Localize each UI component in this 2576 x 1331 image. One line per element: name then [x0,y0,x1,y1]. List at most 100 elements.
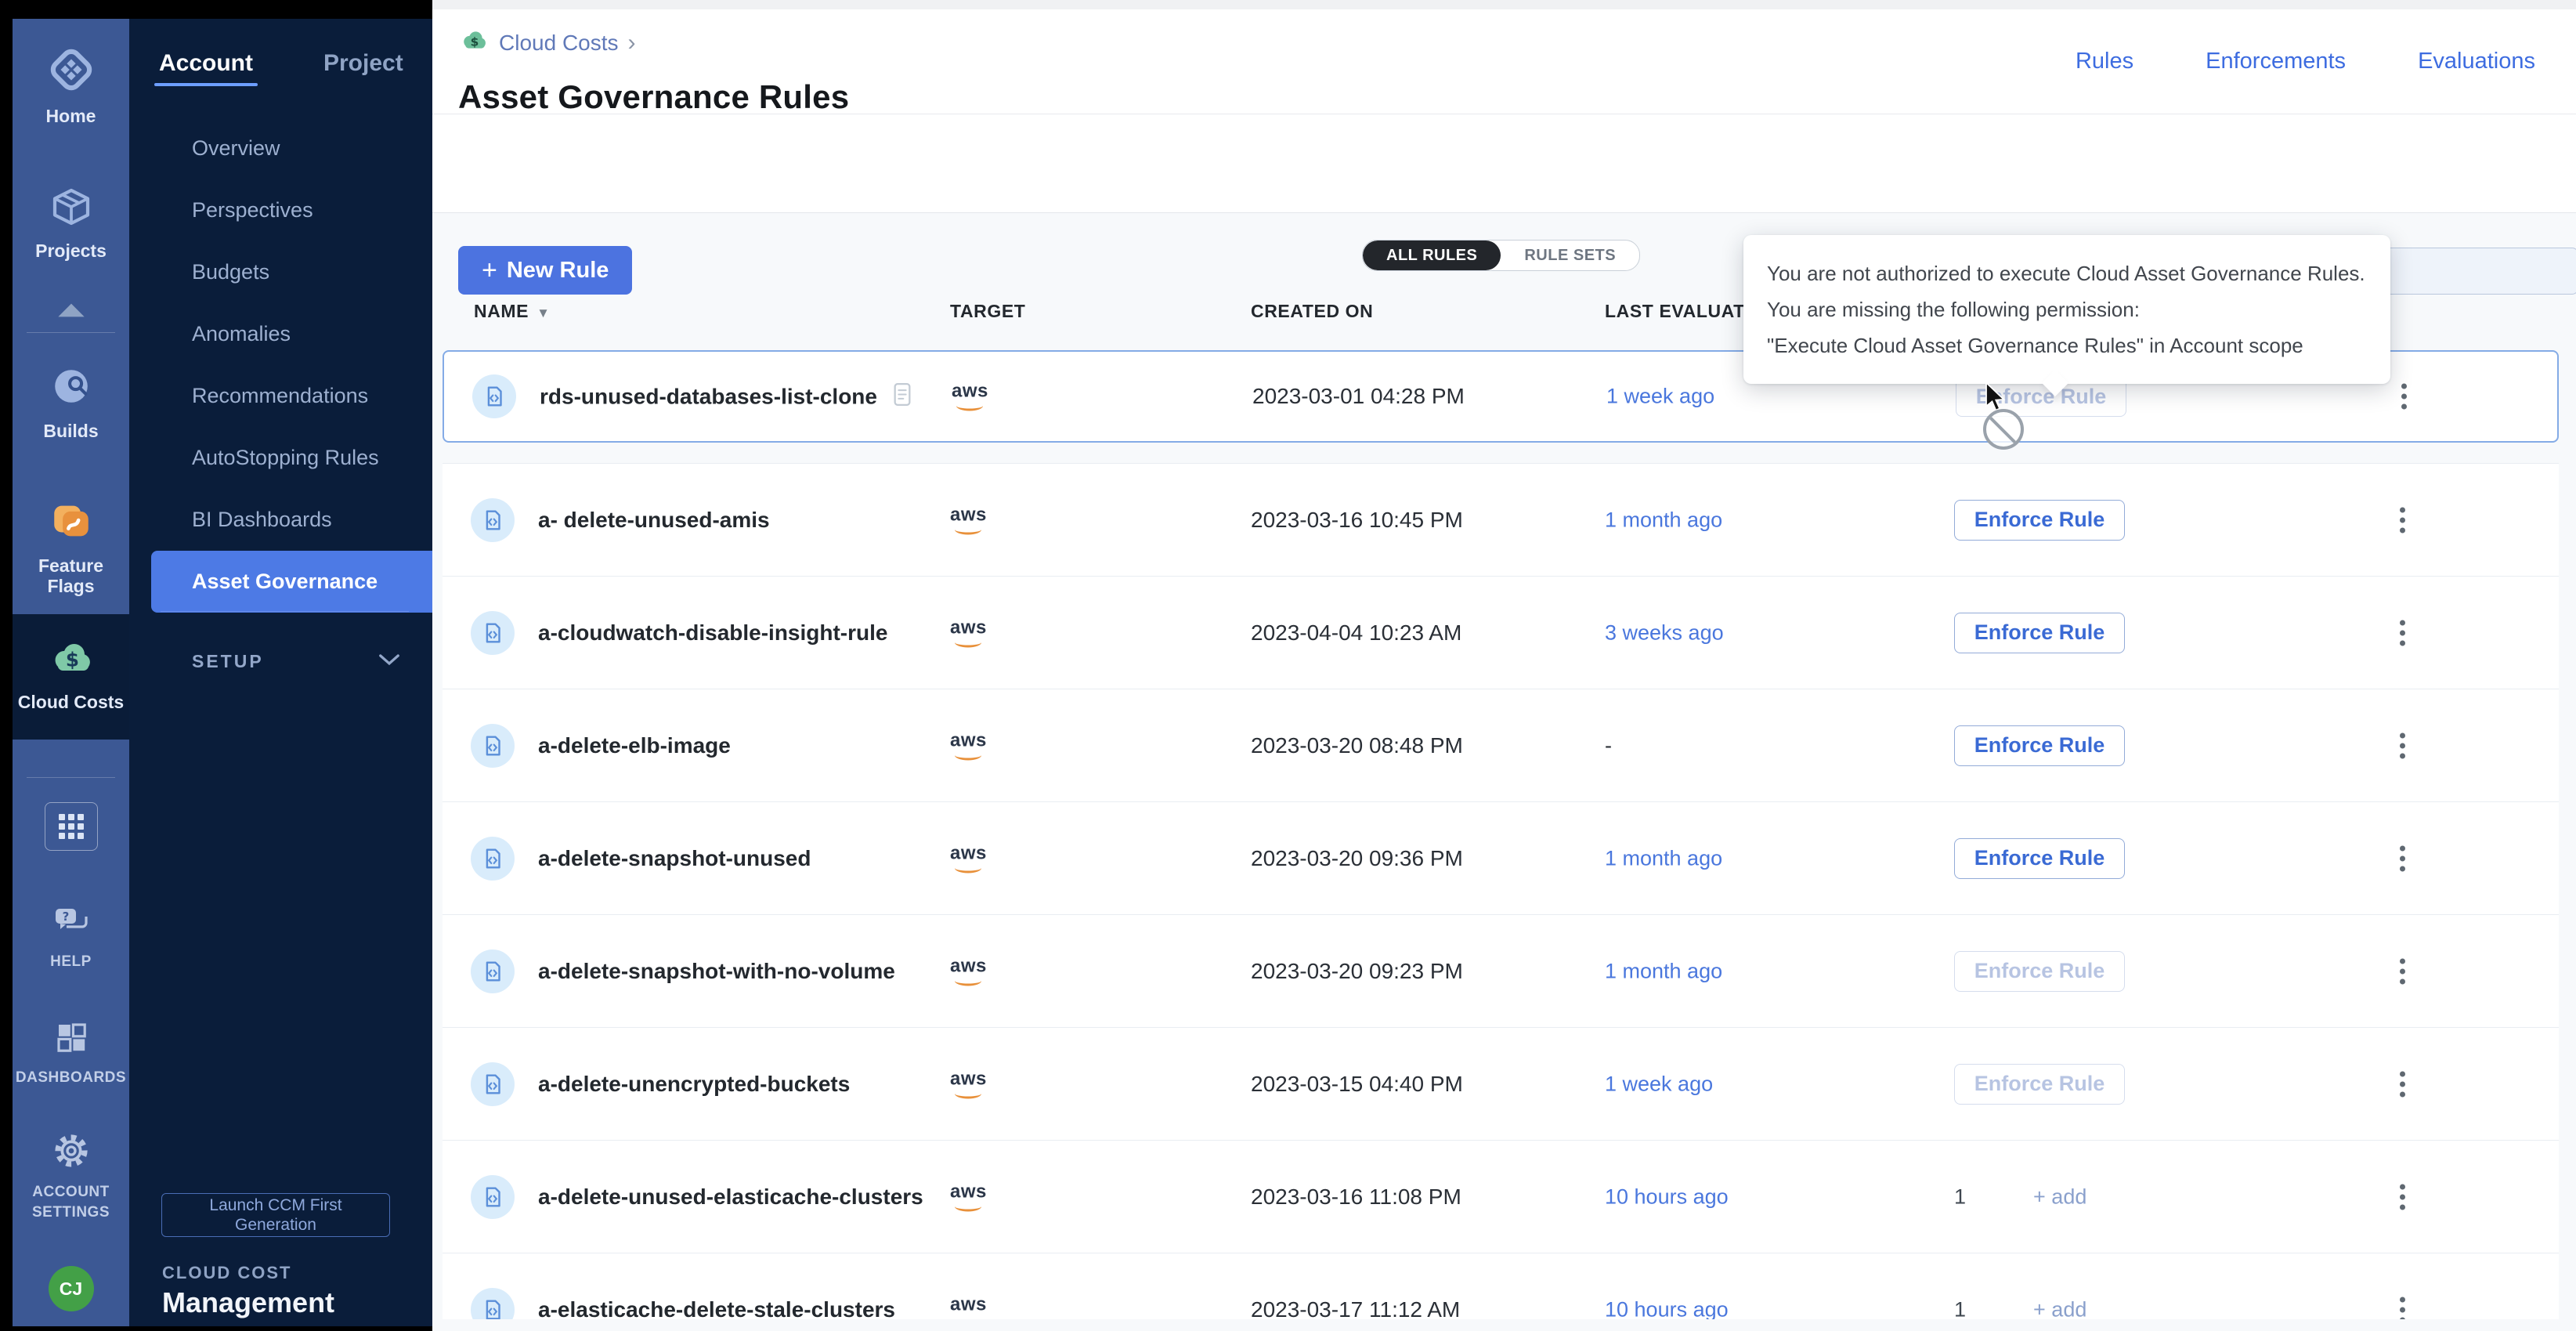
row-menu-cell [2386,839,2418,877]
tab-project[interactable]: Project [323,50,403,86]
rule-created-on: 2023-03-16 10:45 PM [1251,508,1463,533]
kebab-menu-icon[interactable] [2394,1177,2412,1216]
rule-target-cell: aws [950,1182,987,1211]
column-header-name[interactable]: NAME▼ [474,301,551,322]
rail-item-projects[interactable]: Projects [13,185,129,261]
enforce-rule-button[interactable]: Enforce Rule [1954,725,2125,766]
user-avatar[interactable]: CJ [49,1266,94,1311]
tab-evaluations[interactable]: Evaluations [2418,49,2535,74]
aws-logo: aws [950,618,987,647]
rule-action-cell: Enforce Rule [1954,613,2125,653]
tab-account[interactable]: Account [159,50,253,86]
module-picker-button[interactable] [45,802,98,851]
svg-text:$: $ [65,648,78,671]
kebab-menu-icon[interactable] [2394,501,2412,539]
rule-last-evaluation-cell: 1 month ago [1605,508,1722,532]
rule-action-cell: Enforce Rule [1954,500,2125,541]
last-evaluation-link[interactable]: 10 hours ago [1605,1185,1729,1209]
avatar-initials: CJ [60,1279,82,1300]
rule-badge [472,374,516,418]
enforcements-count: 1 [1954,1185,1966,1209]
kebab-menu-icon[interactable] [2395,378,2413,416]
enforce-rule-button[interactable]: Enforce Rule [1954,613,2125,653]
rail-item-builds[interactable]: Builds [13,363,129,441]
sidebar-item-perspectives[interactable]: Perspectives [129,179,432,241]
tab-rules[interactable]: Rules [2076,49,2133,74]
tooltip-line: You are missing the following permission… [1767,291,2367,327]
rail-item-help[interactable]: ? HELP [13,902,129,972]
add-enforcement-link[interactable]: + add [2033,1297,2086,1319]
kebab-menu-icon[interactable] [2394,613,2412,652]
rail-item-account-settings[interactable]: ACCOUNT SETTINGS [13,1131,129,1223]
rail-item-dashboards[interactable]: DASHBOARDS [13,1018,129,1088]
table-row[interactable]: a-delete-snapshot-unused aws 2023-03-20 … [443,801,2559,914]
kebab-menu-icon[interactable] [2394,1290,2412,1319]
sidebar-item-budgets[interactable]: Budgets [129,241,432,303]
rail-item-feature-flags[interactable]: Feature Flags [13,498,129,596]
launch-ccm-first-gen-button[interactable]: Launch CCM First Generation [161,1193,390,1237]
enforce-rule-button[interactable]: Enforce Rule [1954,500,2125,541]
kebab-menu-icon[interactable] [2394,952,2412,990]
sidebar-menu-item-label: Anomalies [192,322,291,346]
last-evaluation-link[interactable]: 1 week ago [1606,385,1714,409]
last-evaluation-link[interactable]: 1 week ago [1605,1072,1713,1096]
breadcrumb[interactable]: $ Cloud Costs › [458,27,636,59]
rail-item-cloud-costs[interactable]: $ Cloud Costs [13,635,129,712]
sidebar-menu-item-label: Recommendations [192,384,368,408]
add-enforcement-link[interactable]: + add [2033,1185,2086,1209]
row-menu-cell [2386,1177,2418,1216]
rule-name: a-elasticache-delete-stale-clusters [538,1297,895,1320]
sidebar-item-bi-dashboards[interactable]: BI Dashboards [129,489,432,551]
table-row[interactable]: a-delete-unused-elasticache-clusters aws… [443,1140,2559,1253]
breadcrumb-chevron: › [628,30,636,56]
kebab-menu-icon[interactable] [2394,726,2412,765]
rule-badge [471,1175,515,1219]
aws-logo-text: aws [950,844,987,863]
toggle-rule-sets[interactable]: RULE SETS [1501,241,1639,270]
table-row[interactable]: a-cloudwatch-disable-insight-rule aws 20… [443,576,2559,689]
rule-code-icon [479,1071,506,1098]
tab-enforcements[interactable]: Enforcements [2206,49,2346,74]
product-eyebrow: CLOUD COST [162,1263,291,1283]
new-rule-button[interactable]: + New Rule [458,246,632,295]
table-row[interactable]: a-elasticache-delete-stale-clusters aws … [443,1253,2559,1319]
last-evaluation-link[interactable]: 1 month ago [1605,959,1722,983]
rail-collapse[interactable] [13,301,129,324]
rule-created-on: 2023-03-20 08:48 PM [1251,733,1463,758]
last-evaluation-link[interactable]: 1 month ago [1605,508,1722,532]
enforcements-count: 1 [1954,1297,1966,1319]
svg-text:$: $ [471,34,479,49]
panel-divider [161,611,409,612]
rules-view-toggle: ALL RULES RULE SETS [1362,240,1640,271]
last-evaluation-link[interactable]: 3 weeks ago [1605,620,1724,645]
rule-target-cell: aws [950,957,987,986]
setup-section-toggle[interactable]: SETUP [192,638,401,685]
last-evaluation-link[interactable]: 1 month ago [1605,846,1722,870]
table-row[interactable]: a-delete-unencrypted-buckets aws 2023-03… [443,1027,2559,1140]
sidebar-item-overview[interactable]: Overview [129,118,432,179]
rule-code-icon [479,845,506,872]
table-row[interactable]: a-delete-snapshot-with-no-volume aws 202… [443,914,2559,1027]
rule-created-on: 2023-03-17 11:12 AM [1251,1297,1460,1320]
last-evaluation-link[interactable]: 10 hours ago [1605,1297,1729,1319]
chevron-up-icon [56,301,87,324]
table-row[interactable]: a-delete-elb-image aws 2023-03-20 08:48 … [443,689,2559,801]
notes-icon[interactable] [890,381,915,413]
sidebar-item-anomalies[interactable]: Anomalies [129,303,432,365]
sidebar-menu-item-label: Asset Governance [192,570,378,594]
toggle-all-rules[interactable]: ALL RULES [1363,241,1501,270]
table-row[interactable]: a- delete-unused-amis aws 2023-03-16 10:… [443,463,2559,576]
enforce-rule-button[interactable]: Enforce Rule [1954,838,2125,879]
rail-item-home[interactable]: Home [13,45,129,126]
rule-created-on: 2023-04-04 10:23 AM [1251,620,1461,646]
rule-action-cell: Enforce Rule [1954,838,2125,879]
sidebar-item-recommendations[interactable]: Recommendations [129,365,432,427]
kebab-menu-icon[interactable] [2394,1065,2412,1103]
sidebar-item-autostopping-rules[interactable]: AutoStopping Rules [129,427,432,489]
rule-badge [471,498,515,542]
aws-smile-icon [955,863,981,873]
rule-name-cell: a-delete-unencrypted-buckets [538,1072,850,1097]
kebab-menu-icon[interactable] [2394,839,2412,877]
sidebar-item-asset-governance[interactable]: Asset Governance [151,551,432,613]
row-menu-cell [2386,1290,2418,1319]
